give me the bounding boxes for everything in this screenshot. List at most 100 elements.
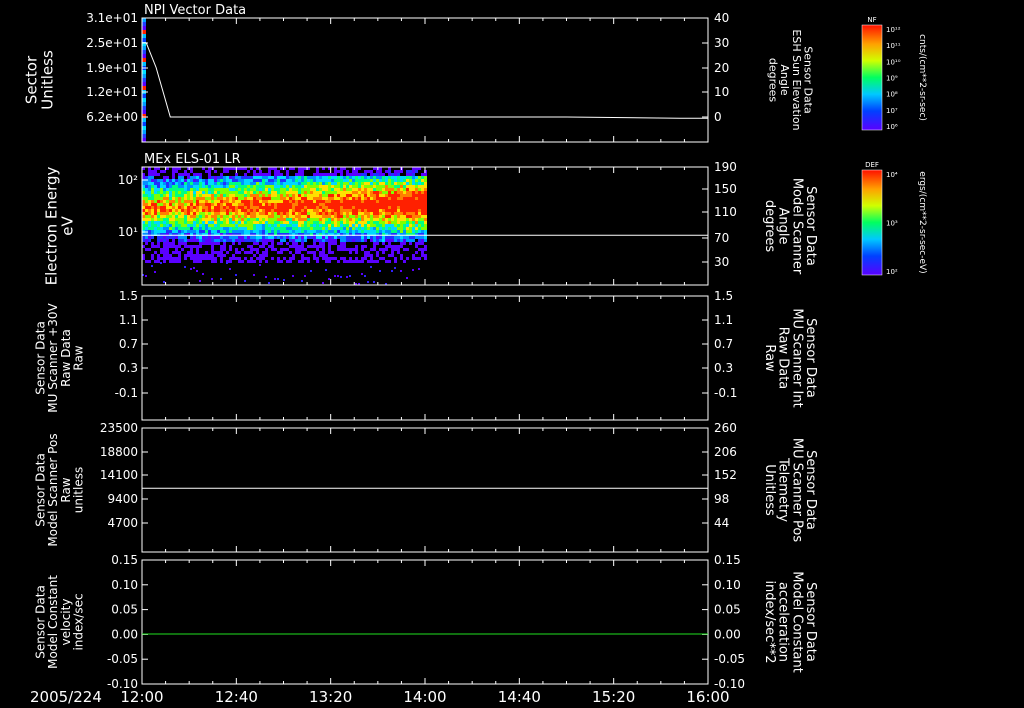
spectrogram-cell: [232, 218, 235, 221]
spectrogram-cell: [421, 230, 424, 233]
spectrogram-cell: [331, 212, 334, 215]
spectrogram-cell: [370, 182, 373, 185]
spectrogram-cell: [181, 200, 184, 203]
spectrogram-cell: [286, 206, 289, 209]
spectrogram-cell: [331, 179, 334, 182]
spectrogram-cell: [217, 236, 220, 239]
spectrogram-cell: [289, 215, 292, 218]
spectrogram-cell: [184, 254, 187, 257]
spectrogram-cell: [409, 188, 412, 191]
spectrogram-cell: [172, 242, 175, 245]
spectrogram-cell: [289, 194, 292, 197]
spectrogram-cell: [352, 227, 355, 230]
spectrogram-cell: [334, 218, 337, 221]
spectrogram-cell: [247, 245, 250, 248]
spectrogram-cell: [361, 230, 364, 233]
spectrogram-cell: [220, 206, 223, 209]
spectrogram-cell: [274, 176, 277, 179]
spectrogram-cell: [400, 206, 403, 209]
spectrogram-cell: [409, 209, 412, 212]
spectrogram-cell: [292, 212, 295, 215]
spectrogram-cell: [172, 197, 175, 200]
spectrogram-cell: [190, 212, 193, 215]
spectrogram-cell: [304, 227, 307, 230]
spectrogram-cell: [424, 176, 427, 179]
spectrogram-cell: [160, 224, 163, 227]
spectrogram-cell: [403, 212, 406, 215]
spectrogram-cell: [205, 170, 208, 173]
spectrogram-cell: [364, 173, 367, 176]
spectrogram-cell: [310, 206, 313, 209]
spectrogram-cell: [358, 197, 361, 200]
spectrogram-cell: [397, 170, 400, 173]
spectrogram-cell: [310, 176, 313, 179]
spectrogram-cell: [289, 182, 292, 185]
spectrogram-cell: [406, 236, 409, 239]
spectrogram-cell: [181, 209, 184, 212]
spectrogram-cell: [172, 206, 175, 209]
spectrogram-cell: [160, 179, 163, 182]
spectrogram-cell: [322, 282, 324, 284]
spectrogram-cell: [406, 221, 409, 224]
spectrogram-cell: [223, 230, 226, 233]
spectrogram-cell: [304, 239, 307, 242]
spectrogram-cell: [310, 245, 313, 248]
sector-cell: [142, 34, 146, 38]
spectrogram-cell: [361, 197, 364, 200]
spectrogram-cell: [394, 188, 397, 191]
spectrogram-cell: [175, 182, 178, 185]
spectrogram-cell: [406, 215, 409, 218]
spectrogram-cell: [319, 245, 322, 248]
spectrogram-cell: [145, 275, 147, 277]
spectrogram-cell: [148, 248, 151, 251]
spectrogram-cell: [193, 215, 196, 218]
spectrogram-cell: [163, 221, 166, 224]
spectrogram-cell: [346, 194, 349, 197]
y-tick-label-left: 10¹: [118, 225, 138, 239]
spectrogram-cell: [364, 200, 367, 203]
spectrogram-cell: [370, 254, 373, 257]
spectrogram-cell: [202, 197, 205, 200]
spectrogram-cell: [253, 224, 256, 227]
spectrogram-cell: [313, 197, 316, 200]
spectrogram-cell: [193, 221, 196, 224]
spectrogram-cell: [289, 176, 292, 179]
spectrogram-cell: [358, 224, 361, 227]
y-tick-label-left: 6.2e+00: [86, 110, 138, 124]
spectrogram-cell: [187, 206, 190, 209]
spectrogram-cell: [190, 170, 193, 173]
spectrogram-cell: [205, 242, 208, 245]
spectrogram-cell: [346, 248, 349, 251]
spectrogram-cell: [208, 221, 211, 224]
y-tick-label-right: 98: [714, 492, 729, 506]
spectrogram-cell: [184, 212, 187, 215]
spectrogram-cell: [355, 173, 358, 176]
spectrogram-cell: [340, 194, 343, 197]
spectrogram-cell: [301, 215, 304, 218]
spectrogram-cell: [397, 191, 400, 194]
spectrogram-cell: [256, 227, 259, 230]
spectrogram-cell: [163, 170, 166, 173]
spectrogram-cell: [292, 206, 295, 209]
y-tick-label-right: 20: [714, 61, 729, 75]
spectrogram-cell: [229, 218, 232, 221]
spectrogram-cell: [424, 194, 427, 197]
spectrogram-cell: [184, 203, 187, 206]
spectrogram-cell: [196, 245, 199, 248]
spectrogram-cell: [301, 239, 304, 242]
spectrogram-cell: [328, 197, 331, 200]
spectrogram-cell: [232, 176, 235, 179]
spectrogram-cell: [253, 194, 256, 197]
spectrogram-cell: [253, 200, 256, 203]
y-tick-label-right: 1.1: [714, 313, 733, 327]
spectrogram-cell: [211, 182, 214, 185]
spectrogram-cell: [163, 242, 166, 245]
axis-label-line: eV: [58, 216, 76, 236]
spectrogram-cell: [349, 185, 352, 188]
spectrogram-cell: [217, 188, 220, 191]
spectrogram-cell: [244, 182, 247, 185]
spectrogram-cell: [268, 188, 271, 191]
spectrogram-cell: [367, 191, 370, 194]
spectrogram-cell: [154, 188, 157, 191]
spectrogram-cell: [352, 170, 355, 173]
